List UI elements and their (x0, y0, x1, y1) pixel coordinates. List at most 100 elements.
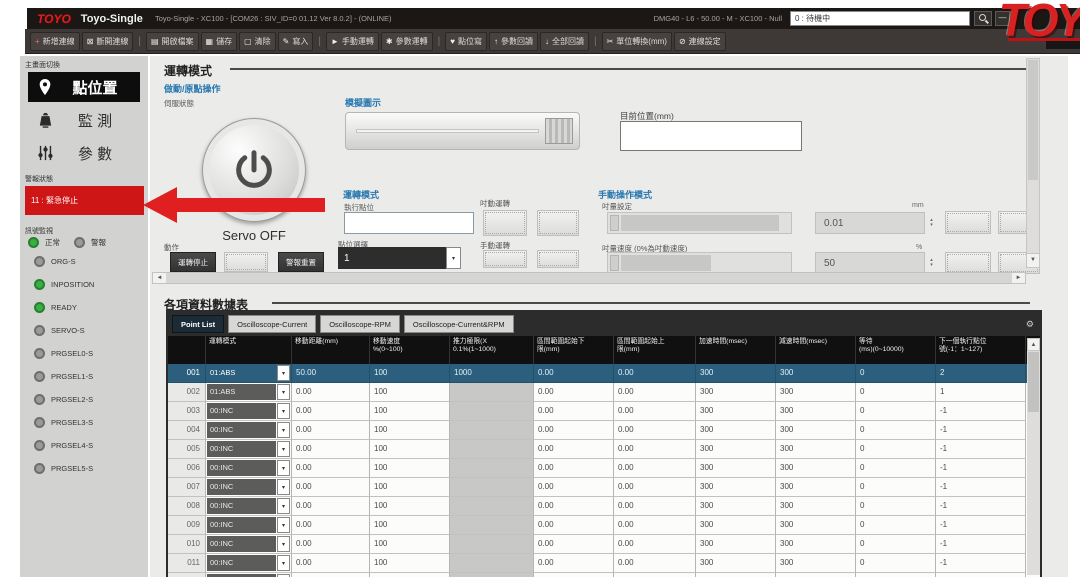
table-scrollbar-thumb[interactable] (1028, 352, 1039, 412)
tab-oscilloscope-rpm[interactable]: Oscilloscope-RPM (320, 315, 400, 333)
signal-label: 警報 (91, 237, 106, 248)
mode-dropdown-button[interactable]: ▾ (277, 365, 290, 381)
cell: 0.00 (534, 459, 614, 478)
table-row[interactable]: 00400:INC▾0.001000.000.003003000-1 (168, 421, 1040, 440)
row-number: 012 (168, 573, 206, 577)
sidebar-item-point-position[interactable]: 點位置 (28, 72, 140, 102)
mode-value: 01:ABS (207, 365, 276, 381)
gear-icon[interactable]: ⚙ (1026, 319, 1034, 330)
mode-dropdown-button[interactable]: ▾ (277, 574, 290, 577)
cell: 100 (370, 383, 450, 402)
mode-dropdown-button[interactable]: ▾ (277, 384, 290, 400)
toolbar-button-save[interactable]: ▦儲存 (201, 32, 238, 51)
horizontal-scrollbar[interactable]: ◄ ► (152, 272, 1026, 284)
tab-oscilloscope-current-rpm[interactable]: Oscilloscope-Current&RPM (404, 315, 514, 333)
mode-dropdown-button[interactable]: ▾ (277, 536, 290, 552)
toolbar-button-write[interactable]: ✎寫入 (278, 32, 314, 51)
toolbar-button-open-file[interactable]: ▤開啟檔案 (146, 32, 199, 51)
alarm-status-banner[interactable]: 11 : 緊急停止 (25, 186, 144, 215)
speed-value-field[interactable]: 50 (815, 252, 925, 274)
sidebar-item-parameters[interactable]: 參 數 (28, 138, 140, 168)
machine-status-field[interactable]: 0 : 待機中 (790, 11, 970, 26)
mode-dropdown-button[interactable]: ▾ (277, 460, 290, 476)
table-row[interactable]: 00300:INC▾0.001000.000.003003000-1 (168, 402, 1040, 421)
signal-indicator: 正常 (28, 235, 60, 249)
signal-label: PRGSEL2-S (51, 395, 93, 404)
cell: 0 (856, 364, 936, 383)
mode-dropdown-button[interactable]: ▾ (277, 479, 290, 495)
scroll-right-button[interactable]: ► (1012, 273, 1025, 283)
speed-spinner[interactable]: ▴▾ (926, 252, 937, 274)
table-row[interactable]: 00700:INC▾0.001000.000.003003000-1 (168, 478, 1040, 497)
toolbar-button-connection-settings[interactable]: ⊘連線設定 (674, 32, 726, 51)
mode-dropdown-button[interactable]: ▾ (277, 555, 290, 571)
cell: 0.00 (292, 440, 370, 459)
run-stop-button[interactable]: 運轉停止 (170, 252, 216, 272)
disabled-action-button[interactable] (224, 252, 268, 272)
table-row[interactable]: 00201:ABS▾0.001000.000.0030030001 (168, 383, 1040, 402)
toolbar-button-param-run[interactable]: ✱參數運轉 (381, 32, 433, 51)
current-position-field[interactable] (620, 121, 802, 151)
search-button[interactable] (974, 11, 992, 26)
increment-value-field[interactable]: 0.01 (815, 212, 925, 234)
toolbar-button-new-connection[interactable]: +新增連線 (30, 32, 80, 51)
toolbar-button-disconnect[interactable]: ⊠斷開連線 (82, 32, 134, 51)
tab-oscilloscope-current[interactable]: Oscilloscope-Current (228, 315, 316, 333)
toolbar-button-point-write[interactable]: ♥點位寫 (445, 32, 487, 51)
mode-dropdown-button[interactable]: ▾ (277, 441, 290, 457)
table-row[interactable]: 01200:INC▾0.001000.000.003003000-1 (168, 573, 1040, 577)
toolbar-button-readback-all[interactable]: ↓全部回讀 (540, 32, 589, 51)
vertical-scrollbar[interactable]: ▼ (1026, 58, 1040, 268)
toolbar-button-manual-run[interactable]: ►手動運轉 (326, 32, 379, 51)
toolbar-button-param-readback[interactable]: ↑參數回讀 (489, 32, 538, 51)
mode-dropdown-button[interactable]: ▾ (277, 517, 290, 533)
row-number: 006 (168, 459, 206, 478)
mode-dropdown-button[interactable]: ▾ (277, 498, 290, 514)
speed-slider[interactable] (607, 252, 792, 274)
cell (450, 459, 534, 478)
table-scroll-up-button[interactable]: ▲ (1027, 338, 1040, 351)
manual-plus-button[interactable] (537, 250, 579, 268)
scroll-down-button[interactable]: ▼ (1027, 253, 1039, 267)
toolbar-button-label: 參數運轉 (396, 36, 428, 47)
toolbar-button-unit-convert[interactable]: ✂單位轉換(mm) (602, 32, 672, 51)
mode-dropdown-button[interactable]: ▾ (277, 403, 290, 419)
exec-point-field[interactable] (344, 212, 474, 234)
table-vertical-scrollbar[interactable]: ▲ (1027, 338, 1040, 575)
cell: -1 (936, 497, 1026, 516)
sidebar-item-label: 點位置 (56, 77, 134, 98)
cell: 0 (856, 497, 936, 516)
signal-indicator: PRGSEL0-S (34, 346, 94, 360)
manual-minus-button[interactable] (483, 250, 527, 268)
jog-plus-button[interactable] (537, 210, 579, 236)
table-row[interactable]: 01100:INC▾0.001000.000.003003000-1 (168, 554, 1040, 573)
speed-disabled-button-1[interactable] (945, 252, 991, 274)
toolbar-separator: | (438, 36, 441, 47)
jog-minus-button[interactable] (483, 210, 527, 236)
indicator-off-icon (34, 417, 45, 428)
increment-slider[interactable] (607, 212, 792, 234)
scroll-left-button[interactable]: ◄ (153, 273, 166, 283)
indicator-off-icon (34, 325, 45, 336)
mode-cell: 00:INC▾ (206, 421, 292, 440)
table-row[interactable]: 00600:INC▾0.001000.000.003003000-1 (168, 459, 1040, 478)
toolbar-button-clear[interactable]: ▢清除 (239, 32, 276, 51)
increment-disabled-button-1[interactable] (945, 211, 991, 234)
table-row[interactable]: 00101:ABS▾50.0010010000.000.0030030002 (168, 364, 1040, 383)
point-select-dropdown[interactable]: 1 (338, 247, 446, 269)
point-select-dropdown-button[interactable]: ▾ (446, 247, 461, 269)
table-row[interactable]: 00500:INC▾0.001000.000.003003000-1 (168, 440, 1040, 459)
sidebar-item-monitor[interactable]: 監 測 (28, 105, 140, 135)
arrow-head (143, 187, 177, 223)
scrollbar-thumb[interactable] (1028, 60, 1038, 180)
table-row[interactable]: 00900:INC▾0.001000.000.003003000-1 (168, 516, 1040, 535)
alarm-reset-button[interactable]: 警報重置 (278, 252, 324, 272)
indicator-on-icon (34, 302, 45, 313)
table-row[interactable]: 01000:INC▾0.001000.000.003003000-1 (168, 535, 1040, 554)
increment-spinner[interactable]: ▴▾ (926, 212, 937, 234)
cell: 0.00 (534, 573, 614, 577)
signal-indicator: READY (34, 300, 94, 314)
tab-point-list[interactable]: Point List (172, 315, 224, 333)
mode-dropdown-button[interactable]: ▾ (277, 422, 290, 438)
table-row[interactable]: 00800:INC▾0.001000.000.003003000-1 (168, 497, 1040, 516)
